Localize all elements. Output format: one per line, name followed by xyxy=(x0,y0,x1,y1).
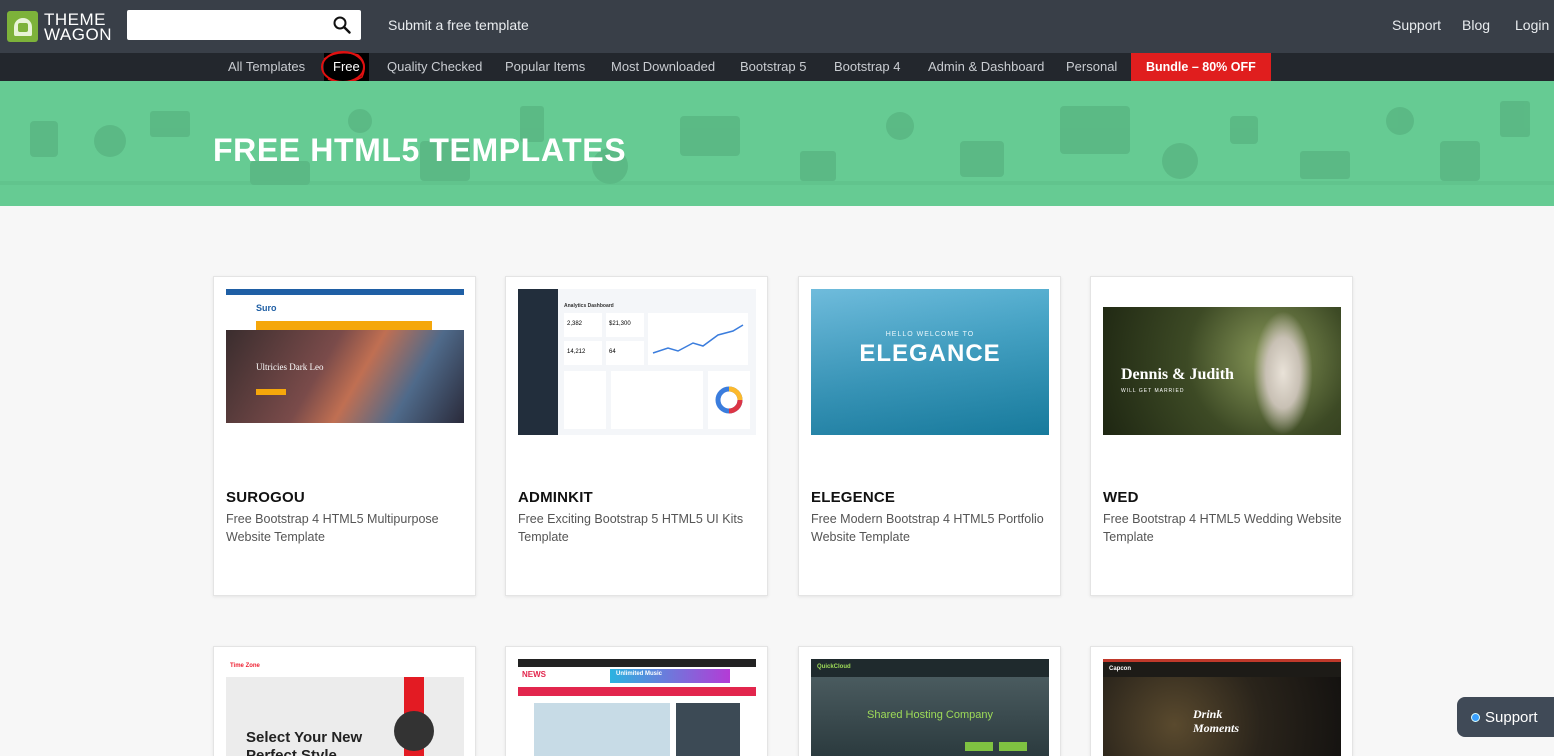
template-description: Free Modern Bootstrap 4 HTML5 Portfolio … xyxy=(811,512,1044,544)
thumb-heading: ELEGANCE xyxy=(859,340,1001,367)
nav-popular-items[interactable]: Popular Items xyxy=(505,53,585,81)
nav-bundle-offer[interactable]: Bundle – 80% OFF xyxy=(1131,53,1271,81)
thumb-stat: $21,300 xyxy=(609,321,631,327)
search-input[interactable] xyxy=(127,10,322,40)
thumb-heading: Shared Hosting Company xyxy=(867,709,993,721)
template-thumbnail[interactable]: Analytics Dashboard 2,382 $21,300 14,212… xyxy=(518,289,756,435)
thumb-logo: Suro xyxy=(256,303,277,313)
thumb-heading: Unlimited Music xyxy=(616,671,663,677)
template-card-timezone[interactable]: Time Zone Select Your New Perfect Style xyxy=(213,646,476,756)
logo-text: THEME WAGON xyxy=(44,11,112,44)
top-bar: THEME WAGON Submit a free template Suppo… xyxy=(0,0,1554,53)
template-title[interactable]: WED xyxy=(1103,489,1139,506)
thumb-line-chart xyxy=(648,313,748,365)
thumb-logo: QuickCloud xyxy=(817,664,851,670)
template-card-adminkit[interactable]: Analytics Dashboard 2,382 $21,300 14,212… xyxy=(505,276,768,596)
thumb-stat: 2,382 xyxy=(567,321,583,327)
template-thumbnail[interactable]: QuickCloud Shared Hosting Company xyxy=(811,659,1049,756)
logo-line-2: WAGON xyxy=(44,24,112,44)
thumb-heading: Dennis & Judith xyxy=(1121,366,1234,383)
themewagon-logo[interactable]: THEME WAGON xyxy=(7,11,112,44)
thumb-stat: 64 xyxy=(609,349,616,355)
support-chat-label: Support xyxy=(1485,708,1538,726)
template-title[interactable]: SUROGOU xyxy=(226,489,305,506)
thumb-heading: Ultricies Dark Leo xyxy=(256,362,324,372)
nav-bootstrap-5[interactable]: Bootstrap 5 xyxy=(740,53,807,81)
page-title: FREE HTML5 TEMPLATES xyxy=(213,132,627,168)
nav-quality-checked[interactable]: Quality Checked xyxy=(387,53,482,81)
template-description: Free Bootstrap 4 HTML5 Wedding Website T… xyxy=(1103,512,1342,544)
template-card-elegence[interactable]: HELLO WELCOME TO ELEGANCE ELEGENCE Free … xyxy=(798,276,1061,596)
search-icon[interactable] xyxy=(333,16,351,34)
thumb-heading: Select Your New Perfect Style xyxy=(246,729,363,756)
helmet-logo-icon xyxy=(7,11,38,42)
template-card-quickcloud[interactable]: QuickCloud Shared Hosting Company xyxy=(798,646,1061,756)
nav-bootstrap-4[interactable]: Bootstrap 4 xyxy=(834,53,901,81)
template-thumbnail[interactable]: HELLO WELCOME TO ELEGANCE xyxy=(811,289,1049,435)
nav-most-downloaded[interactable]: Most Downloaded xyxy=(611,53,715,81)
nav-all-templates[interactable]: All Templates xyxy=(228,53,305,81)
thumb-subheading: HELLO WELCOME TO xyxy=(885,331,975,338)
login-link[interactable]: Login xyxy=(1515,17,1549,33)
template-card-news[interactable]: NEWS Unlimited Music xyxy=(505,646,768,756)
thumb-heading: Analytics Dashboard xyxy=(564,303,614,309)
thumb-stat: 14,212 xyxy=(567,349,586,355)
template-thumbnail[interactable]: Suro Ultricies Dark Leo xyxy=(226,289,464,435)
nav-free[interactable]: Free xyxy=(324,53,369,81)
template-description: Free Bootstrap 4 HTML5 Multipurpose Webs… xyxy=(226,512,439,544)
template-card-surogou[interactable]: Suro Ultricies Dark Leo SUROGOU Free Boo… xyxy=(213,276,476,596)
hero-banner: FREE HTML5 TEMPLATES xyxy=(0,81,1554,206)
submit-template-link[interactable]: Submit a free template xyxy=(388,17,529,33)
template-thumbnail[interactable]: NEWS Unlimited Music xyxy=(518,659,756,756)
category-nav: All Templates Free Quality Checked Popul… xyxy=(0,53,1554,81)
nav-admin-dashboard[interactable]: Admin & Dashboard xyxy=(928,53,1044,81)
support-chat-button[interactable]: Support xyxy=(1457,697,1554,737)
support-link[interactable]: Support xyxy=(1392,17,1441,33)
template-card-capcon[interactable]: Capcon Drink Moments xyxy=(1090,646,1353,756)
template-card-wed[interactable]: Dennis & Judith WILL GET MARRIED WED Fre… xyxy=(1090,276,1353,596)
blog-link[interactable]: Blog xyxy=(1462,17,1490,33)
thumb-heading: Drink Moments xyxy=(1193,707,1240,735)
nav-personal[interactable]: Personal xyxy=(1066,53,1117,81)
thumb-logo: Time Zone xyxy=(230,663,260,669)
online-dot-icon xyxy=(1471,712,1480,722)
template-thumbnail[interactable]: Dennis & Judith WILL GET MARRIED xyxy=(1103,289,1341,435)
template-title[interactable]: ADMINKIT xyxy=(518,489,593,506)
search-box xyxy=(127,10,361,40)
template-title[interactable]: ELEGENCE xyxy=(811,489,895,506)
thumb-logo: NEWS xyxy=(522,670,546,679)
template-thumbnail[interactable]: Time Zone Select Your New Perfect Style xyxy=(226,659,464,756)
thumb-subheading: WILL GET MARRIED xyxy=(1121,388,1185,394)
thumb-donut-chart xyxy=(715,386,743,414)
template-description: Free Exciting Bootstrap 5 HTML5 UI Kits … xyxy=(518,512,744,544)
template-thumbnail[interactable]: Capcon Drink Moments xyxy=(1103,659,1341,756)
thumb-logo: Capcon xyxy=(1109,666,1132,672)
